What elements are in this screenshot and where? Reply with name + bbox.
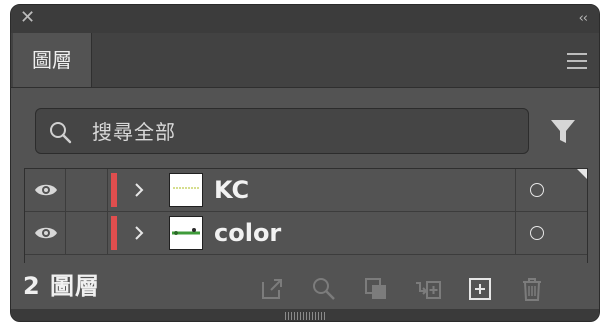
new-layer-icon[interactable] — [467, 276, 493, 302]
layer-count: 2 圖層 — [23, 272, 101, 300]
resize-grip[interactable] — [11, 309, 599, 321]
layer-color-indicator — [111, 173, 117, 207]
export-icon[interactable] — [259, 276, 285, 302]
trash-icon[interactable] — [519, 276, 545, 302]
thumbnail-art — [172, 228, 200, 235]
panel-menu-icon[interactable] — [567, 53, 587, 69]
layer-color-indicator — [111, 216, 117, 250]
layer-name[interactable]: color — [214, 218, 281, 248]
panel-title-bar[interactable]: ✕ ‹‹ — [11, 5, 599, 33]
selected-art-indicator — [577, 169, 587, 179]
chevron-right-icon[interactable] — [133, 225, 145, 241]
search-placeholder: 搜尋全部 — [92, 120, 176, 144]
visibility-toggle[interactable] — [25, 212, 66, 254]
chevron-right-icon[interactable] — [133, 182, 145, 198]
search-field[interactable]: 搜尋全部 — [35, 108, 529, 154]
filter-icon[interactable] — [549, 117, 577, 145]
layer-row[interactable]: color — [25, 212, 587, 255]
layers-list: KC color — [24, 168, 588, 268]
tab-layers[interactable]: 圖層 — [13, 33, 92, 87]
lock-toggle[interactable] — [66, 169, 108, 211]
thumbnail-art — [173, 187, 199, 189]
layer-name[interactable]: KC — [214, 175, 249, 205]
layers-panel: ✕ ‹‹ 圖層 搜尋全部 KC color 2 圖層 — [10, 4, 600, 322]
close-icon[interactable]: ✕ — [20, 9, 38, 27]
tab-bar: 圖層 — [11, 33, 599, 88]
locate-object-icon[interactable] — [311, 276, 337, 302]
clipping-mask-icon[interactable] — [363, 276, 389, 302]
target-circle-icon[interactable] — [530, 226, 544, 240]
panel-footer: 2 圖層 — [11, 263, 599, 309]
layer-thumbnail — [169, 173, 203, 207]
visibility-toggle[interactable] — [25, 169, 66, 211]
collapse-icon[interactable]: ‹‹ — [579, 11, 588, 26]
lock-toggle[interactable] — [66, 212, 108, 254]
target-circle-icon[interactable] — [530, 183, 544, 197]
layer-thumbnail — [169, 216, 203, 250]
search-icon — [50, 122, 72, 144]
eye-icon — [35, 184, 57, 196]
layer-row[interactable]: KC — [25, 169, 587, 212]
new-sublayer-icon[interactable] — [415, 276, 441, 302]
eye-icon — [35, 227, 57, 239]
